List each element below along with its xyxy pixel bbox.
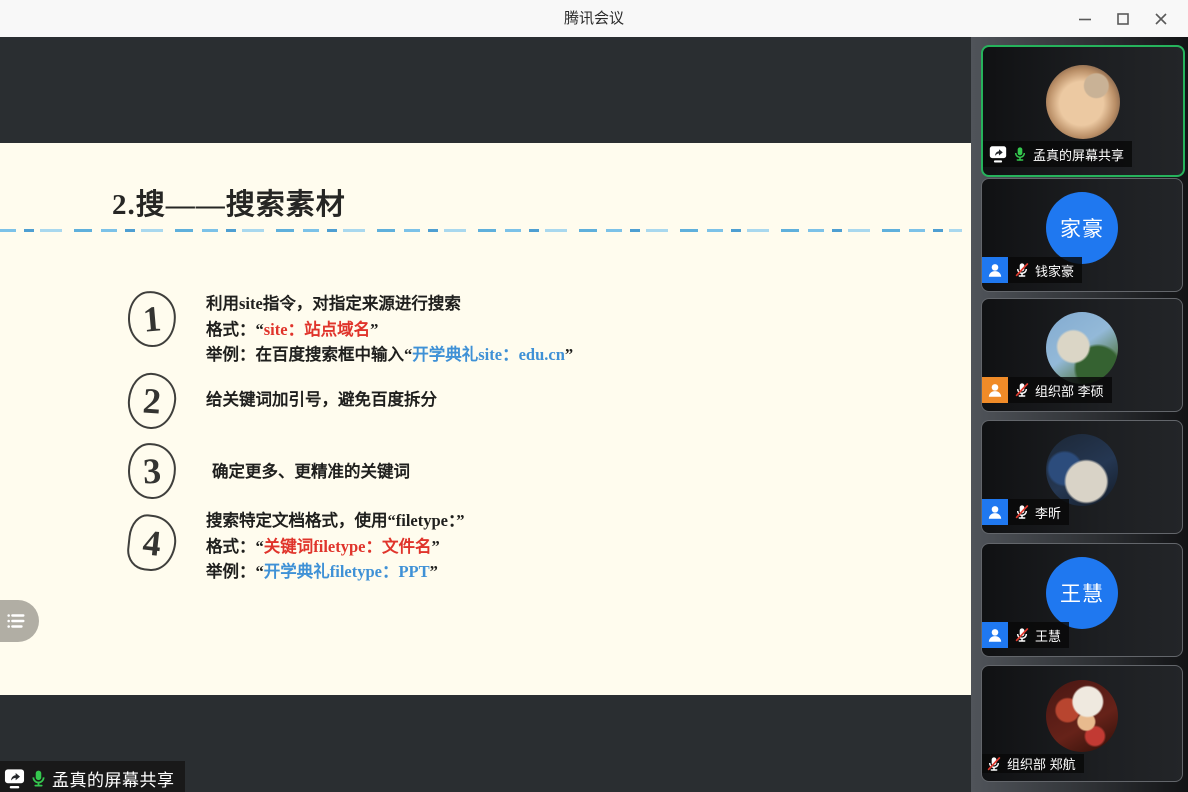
mic-muted-icon	[1014, 382, 1030, 398]
participants-sidebar: 孟真的屏幕共享 家豪 钱家豪	[971, 37, 1188, 792]
presentation-slide: 2.搜——搜索素材 1 利用site指令，对指定来源进行搜索 格式：“site：…	[0, 143, 971, 695]
screen-share-banner: 孟真的屏幕共享	[0, 761, 185, 792]
participant-name: 孟真的屏幕共享	[1033, 145, 1124, 164]
mic-muted-icon	[1014, 504, 1030, 520]
mic-muted-icon	[1014, 627, 1030, 643]
participant-name: 李昕	[1035, 503, 1061, 522]
shared-screen-stage: 2.搜——搜索素材 1 利用site指令，对指定来源进行搜索 格式：“site：…	[0, 37, 971, 792]
participant-role-badge	[982, 377, 1008, 403]
screen-share-icon	[4, 768, 25, 789]
avatar: 家豪	[1046, 192, 1118, 264]
window-controls	[1066, 0, 1180, 37]
mic-muted-icon	[1014, 262, 1030, 278]
screen-share-icon	[989, 145, 1007, 163]
slide-text-line: 确定更多、更精准的关键词	[212, 459, 410, 485]
list-icon	[5, 610, 27, 632]
participant-role-badge	[982, 499, 1008, 525]
item-number-circle-2: 2	[126, 371, 178, 430]
avatar	[1046, 65, 1120, 139]
person-icon	[986, 626, 1004, 644]
person-icon	[986, 261, 1004, 279]
participant-tile-wanghui[interactable]: 王慧 王慧	[981, 543, 1183, 657]
participant-name: 钱家豪	[1035, 261, 1074, 280]
title-divider-dashed-line	[0, 229, 962, 232]
slide-item-1: 1 利用site指令，对指定来源进行搜索 格式：“site：站点域名” 举例：在…	[128, 291, 573, 368]
maximize-button[interactable]	[1104, 0, 1142, 37]
slide-text-line: 给关键词加引号，避免百度拆分	[206, 387, 437, 413]
slide-text-line: 格式：“关键词filetype：文件名”	[206, 534, 464, 560]
share-banner-label: 孟真的屏幕共享	[52, 766, 175, 791]
slide-text-line: 搜索特定文档格式，使用“filetype：”	[206, 508, 464, 534]
slide-item-3: 3 确定更多、更精准的关键词	[128, 443, 410, 499]
slide-item-2: 2 给关键词加引号，避免百度拆分	[128, 373, 437, 429]
window-titlebar: 腾讯会议	[0, 0, 1188, 37]
close-button[interactable]	[1142, 0, 1180, 37]
avatar: 王慧	[1046, 557, 1118, 629]
participant-role-badge	[982, 622, 1008, 648]
participant-tile-lishuo[interactable]: 组织部 李硕	[981, 298, 1183, 412]
slide-text-line: 举例：“开学典礼filetype：PPT”	[206, 559, 464, 585]
mic-muted-icon	[986, 756, 1002, 772]
item-number-circle-3: 3	[127, 442, 178, 500]
participant-tile-lixin[interactable]: 李昕	[981, 420, 1183, 534]
mic-on-icon	[1012, 146, 1028, 162]
slide-title: 2.搜——搜索素材	[112, 181, 346, 223]
slide-text-line: 利用site指令，对指定来源进行搜索	[206, 291, 573, 317]
item-number-circle-4: 4	[125, 513, 179, 574]
slide-item-4: 4 搜索特定文档格式，使用“filetype：” 格式：“关键词filetype…	[128, 515, 464, 585]
participant-role-badge	[982, 257, 1008, 283]
participant-tile-qianjiahao[interactable]: 家豪 钱家豪	[981, 178, 1183, 292]
slide-text-line: 举例：在百度搜索框中输入“开学典礼site：edu.cn”	[206, 342, 573, 368]
participant-name: 组织部 郑航	[1007, 754, 1076, 773]
participant-name: 组织部 李硕	[1035, 381, 1104, 400]
avatar	[1046, 680, 1118, 752]
participant-tile-zhenghang[interactable]: 组织部 郑航	[981, 665, 1183, 782]
tencent-meeting-window: 腾讯会议 2.搜——搜索素材 1 利用site指令，对指定来源进行搜索 格式：“	[0, 0, 1188, 792]
window-title: 腾讯会议	[0, 0, 1188, 37]
slide-text-line: 格式：“site：站点域名”	[206, 317, 573, 343]
item-number-circle-1: 1	[126, 289, 179, 349]
mic-on-icon	[29, 769, 48, 788]
participant-tile-mengzhen[interactable]: 孟真的屏幕共享	[981, 45, 1185, 177]
avatar	[1046, 434, 1118, 506]
avatar	[1046, 312, 1118, 384]
person-icon	[986, 381, 1004, 399]
person-icon	[986, 503, 1004, 521]
minimize-button[interactable]	[1066, 0, 1104, 37]
participant-name: 王慧	[1035, 626, 1061, 645]
